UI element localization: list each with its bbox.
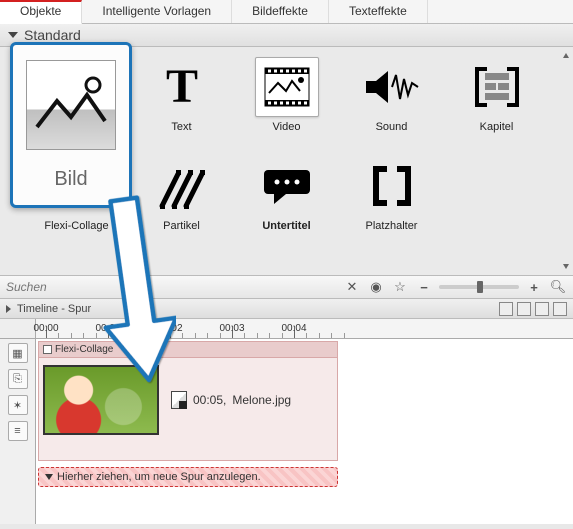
category-label: Standard (24, 27, 81, 43)
object-label: Text (171, 121, 191, 133)
clip-thumbnail[interactable] (43, 365, 159, 435)
object-text[interactable]: T Text (131, 57, 232, 152)
object-sound[interactable]: Sound (341, 57, 442, 152)
timeline-expand-icon[interactable] (6, 305, 11, 313)
down-arrow-icon (45, 474, 53, 480)
dragged-object-label: Bild (54, 168, 87, 191)
timeline-header: Timeline - Spur (0, 299, 573, 319)
ruler-tick-label: 00:01 (95, 323, 120, 334)
gutter-snap-button[interactable]: ✶ (8, 395, 28, 415)
svg-text:T: T (165, 62, 197, 112)
chapter-icon (465, 57, 529, 117)
ruler-tick-label: 00:03 (219, 323, 244, 334)
zoom-out-icon[interactable]: − (415, 278, 433, 296)
object-kapitel[interactable]: Kapitel (446, 57, 547, 152)
image-icon (26, 60, 116, 150)
clip-time: 00:05, (193, 393, 226, 407)
object-label: Partikel (163, 220, 200, 232)
clip-toggle-icon[interactable] (43, 345, 52, 354)
timeline-body: ▦ ⎘ ✶ ≡ Flexi-Collage 00:05, Melone.jpg … (0, 339, 573, 524)
clip-row[interactable]: 00:05, Melone.jpg (43, 364, 291, 436)
timeline-title: Timeline - Spur (17, 303, 91, 315)
gutter-lock-button[interactable]: ⎘ (8, 369, 28, 389)
visibility-icon[interactable]: ◉ (367, 278, 385, 296)
timeline-tool-3[interactable] (535, 302, 549, 316)
object-partikel[interactable]: Partikel (131, 156, 232, 251)
clip-meta: 00:05, Melone.jpg (171, 391, 291, 409)
object-untertitel[interactable]: Untertitel (236, 156, 337, 251)
object-label: Untertitel (262, 220, 310, 232)
sound-icon (360, 57, 424, 117)
image-file-icon (171, 391, 187, 409)
new-track-drop-hint[interactable]: Hierher ziehen, um neue Spur anzulegen. (38, 467, 338, 487)
ruler-tick-label: 00:02 (157, 323, 182, 334)
timeline-ruler[interactable]: 00:00 00:01 00:02 00:03 00:04 (0, 319, 573, 339)
clear-search-icon[interactable]: ✕ (343, 278, 361, 296)
track-area[interactable]: Flexi-Collage 00:05, Melone.jpg Hierher … (36, 339, 573, 524)
timeline-header-tools (499, 302, 567, 316)
favorites-icon[interactable]: ☆ (391, 278, 409, 296)
panel-scroll-indicator[interactable] (563, 53, 569, 269)
ruler-tick-label: 00:00 (33, 323, 58, 334)
collapse-arrow-icon (8, 32, 18, 38)
clip-container-header[interactable]: Flexi-Collage (39, 342, 337, 358)
drop-hint-label: Hierher ziehen, um neue Spur anzulegen. (57, 471, 261, 483)
timeline-tool-4[interactable] (553, 302, 567, 316)
search-magnify-icon[interactable]: 🔍︎ (549, 278, 567, 296)
object-label: Kapitel (480, 121, 514, 133)
object-video[interactable]: Video (236, 57, 337, 152)
search-bar: ✕ ◉ ☆ − + 🔍︎ (0, 275, 573, 299)
object-label: Sound (376, 121, 408, 133)
particle-icon (150, 156, 214, 216)
ruler-tick-label: 00:04 (281, 323, 306, 334)
object-platzhalter[interactable]: Platzhalter (341, 156, 442, 251)
zoom-slider[interactable] (439, 285, 519, 289)
main-tabs: Objekte Intelligente Vorlagen Bildeffekt… (0, 0, 573, 24)
timeline-tool-2[interactable] (517, 302, 531, 316)
object-label: Flexi-Collage (44, 220, 108, 232)
gutter-track-button[interactable]: ≡ (8, 421, 28, 441)
clip-container-label: Flexi-Collage (55, 344, 113, 355)
object-label: Platzhalter (366, 220, 418, 232)
timeline-tool-1[interactable] (499, 302, 513, 316)
dragged-object-bild[interactable]: Bild (10, 42, 132, 208)
text-icon: T (150, 57, 214, 117)
tab-image-effects[interactable]: Bildeffekte (232, 0, 329, 23)
object-label: Video (273, 121, 301, 133)
track-gutter: ▦ ⎘ ✶ ≡ (0, 339, 36, 524)
tab-templates[interactable]: Intelligente Vorlagen (82, 0, 232, 23)
clip-container[interactable]: Flexi-Collage 00:05, Melone.jpg (38, 341, 338, 461)
tab-objects[interactable]: Objekte (0, 0, 82, 24)
video-icon (255, 57, 319, 117)
zoom-in-icon[interactable]: + (525, 278, 543, 296)
subtitle-icon (255, 156, 319, 216)
gutter-add-button[interactable]: ▦ (8, 343, 28, 363)
search-input[interactable] (6, 280, 337, 294)
tab-text-effects[interactable]: Texteffekte (329, 0, 428, 23)
clip-filename: Melone.jpg (232, 393, 291, 407)
placeholder-icon (360, 156, 424, 216)
